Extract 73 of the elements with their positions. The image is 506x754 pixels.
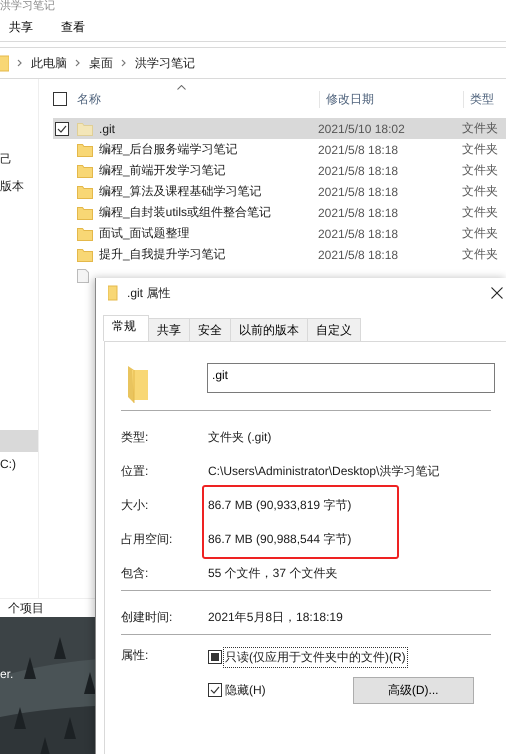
- tab[interactable]: 以前的版本: [230, 318, 308, 341]
- field-label: 类型:: [121, 428, 150, 446]
- field-label: 大小:: [121, 496, 150, 514]
- type-cell: 文件夹: [462, 204, 498, 221]
- tab[interactable]: 安全: [189, 318, 231, 341]
- file-name: 编程_自封装utils或组件整合笔记: [99, 204, 272, 221]
- date-cell-text: 2021/5/8 18:18: [318, 226, 400, 240]
- file-name: 编程_前端开发学习笔记: [99, 162, 227, 179]
- select-all-checkbox[interactable]: [53, 92, 67, 106]
- file-name: 面试_面试题整理: [99, 225, 191, 242]
- field-label: 包含:: [121, 564, 150, 582]
- close-icon[interactable]: [491, 287, 503, 299]
- field-label: 位置:: [121, 462, 150, 480]
- date-cell-text: 2021/5/8 18:18: [318, 164, 400, 178]
- advanced-button[interactable]: 高级(D)...: [352, 676, 474, 704]
- tab[interactable]: 共享: [148, 318, 190, 341]
- nav-item[interactable]: 版本: [0, 174, 38, 198]
- type-cell: 文件夹: [462, 246, 498, 263]
- tab[interactable]: 自定义: [307, 318, 361, 341]
- checkbox-label[interactable]: 只读(仅应用于文件夹中的文件)(R): [223, 646, 408, 668]
- chevron-icon: [121, 59, 127, 67]
- column-header[interactable]: 修改日期: [320, 90, 464, 108]
- checkbox-label[interactable]: 隐藏(H): [223, 680, 268, 700]
- date-cell-text: 2021/5/8 18:18: [318, 184, 400, 198]
- type-cell: 文件夹: [462, 141, 498, 158]
- ribbon-tab[interactable]: 查看: [52, 18, 94, 36]
- field-label: 创建时间:: [121, 608, 174, 626]
- date-cell-text: 2021/5/8 18:18: [318, 248, 400, 262]
- field-value: C:\Users\Administrator\Desktop\洪学习笔记: [208, 462, 440, 480]
- date-cell-text: 2021/5/8 18:18: [318, 206, 400, 220]
- nav-item[interactable]: C:): [0, 452, 38, 476]
- checkbox[interactable]: [208, 683, 222, 697]
- checkbox[interactable]: [208, 650, 222, 664]
- selected-row[interactable]: .git 2021/5/10 18:02 文件夹: [53, 118, 506, 139]
- tab[interactable]: 常规: [103, 315, 149, 341]
- nav-item[interactable]: 己: [0, 147, 38, 171]
- file-name: 编程_算法及课程基础学习笔记: [99, 183, 263, 200]
- type-cell: 文件夹: [462, 225, 498, 242]
- type-cell: 文件夹: [462, 120, 498, 137]
- folder-icon: [127, 364, 149, 404]
- ribbon-tab[interactable]: 共享: [0, 18, 42, 36]
- file-name: 提升_自我提升学习笔记: [99, 246, 227, 263]
- file-name: .git: [99, 122, 116, 136]
- field-value: 2021年5月8日，18:18:19: [208, 608, 343, 626]
- column-header[interactable]: 类型: [464, 90, 506, 108]
- type-cell: 文件夹: [462, 162, 498, 179]
- checkbox-checked-icon[interactable]: [55, 122, 69, 136]
- breadcrumb-item[interactable]: 桌面: [89, 54, 113, 72]
- chevron-icon: [17, 59, 23, 67]
- chevron-icon: [75, 59, 81, 67]
- name-field[interactable]: .git: [207, 363, 495, 393]
- status-text: 个项目: [8, 600, 44, 616]
- type-cell: 文件夹: [462, 183, 498, 200]
- folder-icon: [0, 54, 9, 72]
- desktop-text: er.: [0, 667, 14, 681]
- file-name: 编程_后台服务端学习笔记: [99, 141, 239, 158]
- field-value: 文件夹 (.git): [208, 428, 272, 446]
- window-title: 洪学习笔记: [0, 0, 56, 14]
- address-bar[interactable]: 此电脑 桌面 洪学习笔记: [0, 47, 506, 79]
- field-value: 86.7 MB (90,933,819 字节): [208, 496, 352, 514]
- field-label: 属性:: [121, 647, 150, 664]
- column-header[interactable]: 名称: [77, 90, 320, 108]
- date-cell-text: 2021/5/10 18:02: [318, 122, 406, 136]
- field-label: 占用空间:: [121, 530, 174, 548]
- field-value: 55 个文件，37 个文件夹: [208, 564, 338, 582]
- dialog-title: .git 属性: [127, 284, 172, 302]
- file-icon: [77, 268, 89, 282]
- field-value: 86.7 MB (90,988,544 字节): [208, 530, 352, 548]
- sort-caret-icon: [177, 85, 186, 90]
- date-cell-text: 2021/5/8 18:18: [318, 142, 400, 156]
- breadcrumb-item[interactable]: 此电脑: [31, 54, 67, 72]
- folder-icon: [108, 285, 118, 301]
- breadcrumb-item[interactable]: 洪学习笔记: [135, 54, 195, 72]
